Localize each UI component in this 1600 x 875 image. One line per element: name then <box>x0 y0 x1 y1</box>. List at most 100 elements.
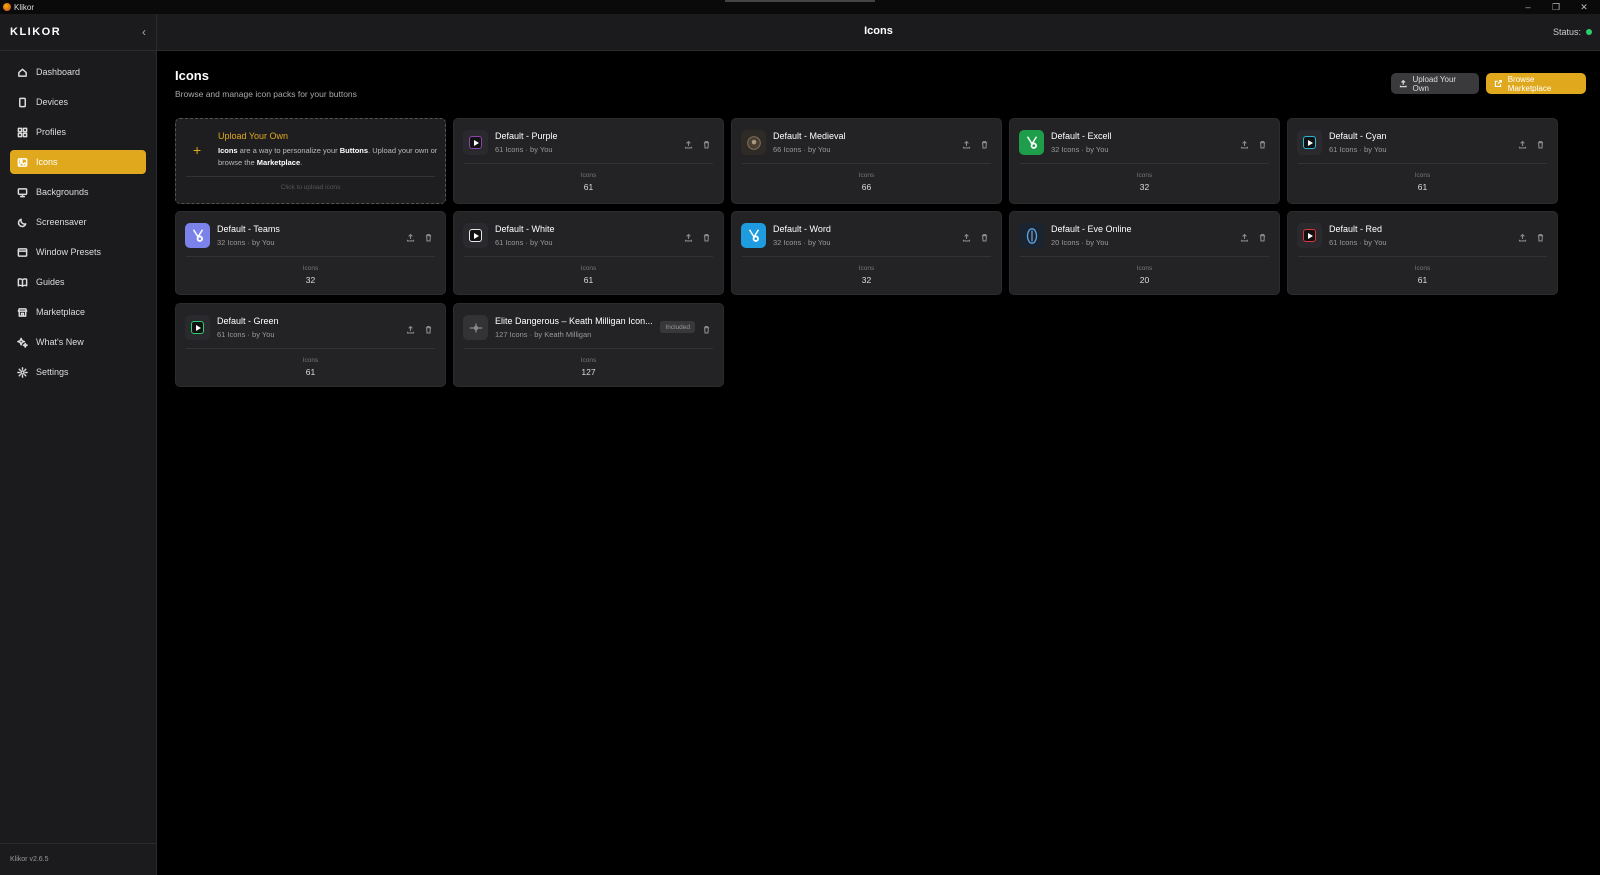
trash-icon[interactable] <box>980 136 991 149</box>
trash-icon[interactable] <box>1536 136 1547 149</box>
export-icon[interactable] <box>684 136 695 149</box>
icon-pack-card[interactable]: Default - Medieval 66 Icons · by You Icons… <box>731 118 1002 204</box>
trash-icon[interactable] <box>702 136 713 149</box>
sparkles-icon <box>16 336 28 348</box>
pack-thumbnail-icon <box>741 130 766 155</box>
pack-meta: 61 Icons · by You <box>495 145 553 154</box>
pack-meta: 32 Icons · by You <box>773 238 831 247</box>
divider <box>1020 256 1269 257</box>
icon-count-label: Icons <box>1414 265 1431 272</box>
sidebar-item-label: Icons <box>36 157 58 167</box>
icon-pack-card[interactable]: Default - White 61 Icons · by You Icons 61 <box>453 211 724 295</box>
status-indicator: Status: <box>1553 27 1592 37</box>
pack-meta: 32 Icons · by You <box>1051 145 1109 154</box>
icon-pack-card[interactable]: Elite Dangerous – Keath Milligan Icon...… <box>453 303 724 387</box>
sidebar-item-backgrounds[interactable]: Backgrounds <box>10 180 146 204</box>
icon-count-label: Icons <box>302 265 319 272</box>
included-badge: Included <box>660 321 695 333</box>
icon-pack-card[interactable]: Default - Teams 32 Icons · by You Icons 32 <box>175 211 446 295</box>
export-icon[interactable] <box>1240 229 1251 242</box>
gear-icon <box>16 366 28 378</box>
sidebar-item-screensaver[interactable]: Screensaver <box>10 210 146 234</box>
icon-pack-card[interactable]: Default - Red 61 Icons · by You Icons 61 <box>1287 211 1558 295</box>
icon-pack-card[interactable]: Default - Purple 61 Icons · by You Icons 61 <box>453 118 724 204</box>
sidebar-item-label: Profiles <box>36 127 67 137</box>
upload-dropzone[interactable]: + Upload Your Own Icons are a way to per… <box>175 118 446 204</box>
restore-button[interactable]: ❐ <box>1542 0 1570 14</box>
export-icon[interactable] <box>1518 136 1529 149</box>
icon-pack-card[interactable]: Default - Eve Online 20 Icons · by You Ico… <box>1009 211 1280 295</box>
pack-thumbnail-icon <box>463 130 488 155</box>
divider <box>1020 163 1269 164</box>
window-titlebar: Klikor – ❐ ✕ <box>0 0 1600 14</box>
trash-icon[interactable] <box>980 229 991 242</box>
export-icon[interactable] <box>684 229 695 242</box>
marketplace-button-label: Browse Marketplace <box>1507 74 1552 93</box>
upload-hint: Click to upload icons <box>280 184 341 191</box>
trash-icon[interactable] <box>424 321 435 334</box>
export-icon[interactable] <box>962 229 973 242</box>
icon-count-label: Icons <box>858 265 875 272</box>
window-icon <box>16 246 28 258</box>
pack-name: Default - Medieval <box>773 131 846 141</box>
pack-thumbnail-icon <box>1297 130 1322 155</box>
trash-icon[interactable] <box>702 321 713 334</box>
version-label: Klikor v2.6.5 <box>0 843 156 875</box>
sidebar-item-marketplace[interactable]: Marketplace <box>10 300 146 324</box>
chevron-left-icon[interactable]: ‹ <box>142 25 146 39</box>
close-button[interactable]: ✕ <box>1570 0 1598 14</box>
pack-meta: 61 Icons · by You <box>1329 145 1387 154</box>
drag-handle[interactable] <box>725 0 875 2</box>
divider <box>186 256 435 257</box>
pack-meta: 32 Icons · by You <box>217 238 275 247</box>
page-subtitle: Browse and manage icon packs for your bu… <box>175 89 357 99</box>
upload-button-label: Upload Your Own <box>1412 74 1457 93</box>
sidebar-item-icons[interactable]: Icons <box>10 150 146 174</box>
export-icon[interactable] <box>962 136 973 149</box>
trash-icon[interactable] <box>1258 229 1269 242</box>
trash-icon[interactable] <box>702 229 713 242</box>
home-icon <box>16 66 28 78</box>
export-icon[interactable] <box>406 229 417 242</box>
trash-icon[interactable] <box>424 229 435 242</box>
pack-thumbnail-icon <box>1297 223 1322 248</box>
page-title: Icons <box>175 68 209 83</box>
icon-count-value: 20 <box>1139 275 1150 285</box>
upload-icon <box>1399 79 1407 88</box>
sidebar-item-settings[interactable]: Settings <box>10 360 146 384</box>
pack-name: Default - Cyan <box>1329 131 1387 141</box>
topbar-title: Icons <box>864 25 893 37</box>
pack-meta: 61 Icons · by You <box>1329 238 1387 247</box>
icon-count-value: 66 <box>861 182 872 192</box>
icon-pack-card[interactable]: Default - Green 61 Icons · by You Icons 61 <box>175 303 446 387</box>
icon-count-label: Icons <box>580 265 597 272</box>
export-icon[interactable] <box>1518 229 1529 242</box>
minimize-button[interactable]: – <box>1514 0 1542 14</box>
pack-name: Default - Teams <box>217 224 280 234</box>
upload-your-own-button[interactable]: Upload Your Own <box>1391 73 1479 94</box>
sidebar-item-profiles[interactable]: Profiles <box>10 120 146 144</box>
sidebar-item-devices[interactable]: Devices <box>10 90 146 114</box>
sidebar-item-label: Marketplace <box>36 307 86 317</box>
sidebar-item-guides[interactable]: Guides <box>10 270 146 294</box>
icon-pack-card[interactable]: Default - Word 32 Icons · by You Icons 32 <box>731 211 1002 295</box>
icon-pack-card[interactable]: Default - Excell 32 Icons · by You Icons 32 <box>1009 118 1280 204</box>
export-icon[interactable] <box>1240 136 1251 149</box>
sidebar-item-dashboard[interactable]: Dashboard <box>10 60 146 84</box>
sidebar: KLIKOR ‹ Dashboard Devices Profiles Icons Ba… <box>0 14 157 875</box>
brand-logo: KLIKOR <box>10 26 62 38</box>
icon-count-label: Icons <box>580 357 597 364</box>
icon-count-label: Icons <box>302 357 319 364</box>
icon-count-value: 61 <box>1417 182 1428 192</box>
export-icon[interactable] <box>406 321 417 334</box>
sidebar-item-what-s-new[interactable]: What's New <box>10 330 146 354</box>
icon-pack-card[interactable]: Default - Cyan 61 Icons · by You Icons 61 <box>1287 118 1558 204</box>
browse-marketplace-button[interactable]: Browse Marketplace <box>1486 73 1586 94</box>
sidebar-item-window-presets[interactable]: Window Presets <box>10 240 146 264</box>
icon-count-value: 32 <box>305 275 316 285</box>
pack-thumbnail-icon <box>463 223 488 248</box>
trash-icon[interactable] <box>1258 136 1269 149</box>
trash-icon[interactable] <box>1536 229 1547 242</box>
monitor-icon <box>16 186 28 198</box>
image-icon <box>16 156 28 168</box>
